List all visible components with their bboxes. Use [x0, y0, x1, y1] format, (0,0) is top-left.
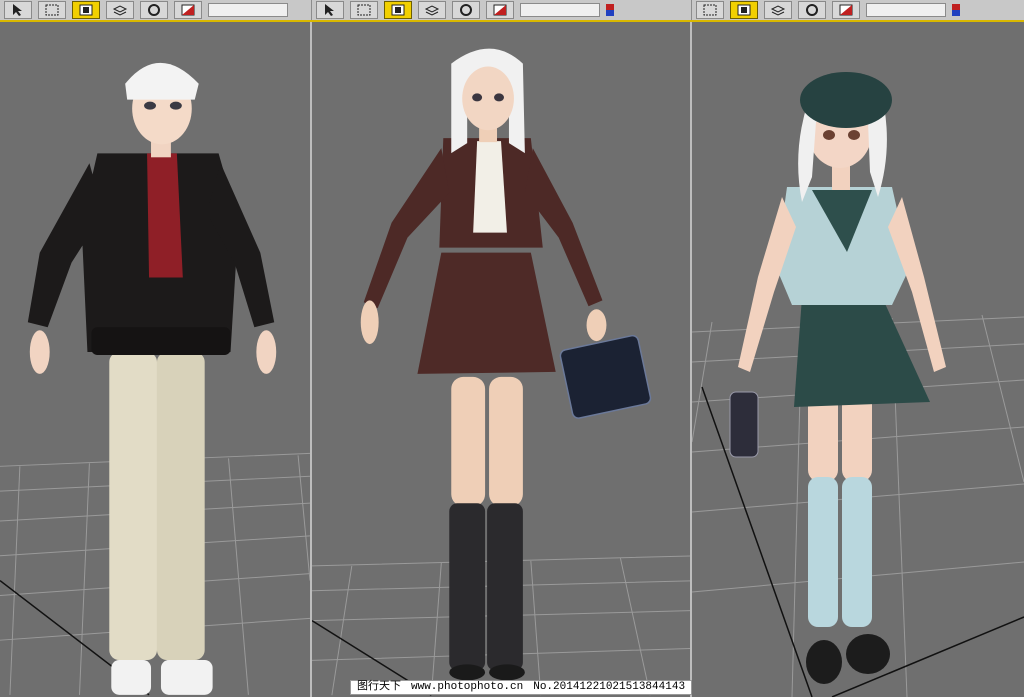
watermark-url: www.photophoto.cn: [411, 681, 524, 693]
select-object-button[interactable]: [316, 1, 344, 19]
curve-editor-button[interactable]: [452, 1, 480, 19]
region-icon: [45, 4, 59, 16]
viewport-left-scene: [0, 62, 310, 696]
layers-icon: [770, 5, 786, 16]
region-icon: [703, 4, 717, 16]
character-schoolgirl: [360, 48, 652, 681]
viewport-center-scene: [312, 48, 690, 696]
color-swatch-icon: [952, 4, 960, 16]
layer-manager-button[interactable]: [106, 1, 134, 19]
viewport-center[interactable]: [312, 22, 692, 697]
layers-icon: [424, 5, 440, 16]
layers-icon: [112, 5, 128, 16]
layer-manager-button[interactable]: [418, 1, 446, 19]
curve-icon: [460, 4, 472, 16]
material-icon: [493, 4, 507, 16]
render-icon: [79, 4, 93, 16]
camera: [729, 391, 759, 458]
viewport-right-scene: [692, 72, 1024, 697]
region-icon: [357, 4, 371, 16]
curve-editor-button[interactable]: [140, 1, 168, 19]
material-editor-button[interactable]: [486, 1, 514, 19]
watermark-bar: 图行天下 www.photophoto.cn No.20141221021513…: [350, 680, 693, 695]
render-frame-button[interactable]: [384, 1, 412, 19]
toolbar-field-2[interactable]: [520, 3, 600, 17]
watermark-number: No.20141221021513844143: [533, 681, 686, 693]
cursor-icon: [13, 4, 22, 16]
viewport-left[interactable]: [0, 22, 312, 697]
curve-icon: [806, 4, 818, 16]
render-icon: [737, 4, 751, 16]
cursor-icon: [325, 4, 334, 16]
toolbar-segment-3: [692, 0, 1024, 20]
select-region-button[interactable]: [38, 1, 66, 19]
curve-editor-button[interactable]: [798, 1, 826, 19]
layer-manager-button[interactable]: [764, 1, 792, 19]
color-swatch-icon: [606, 4, 614, 16]
viewport-right[interactable]: [692, 22, 1024, 697]
toolbar-segment-2: [312, 0, 692, 20]
render-frame-button[interactable]: [730, 1, 758, 19]
material-icon: [181, 4, 195, 16]
material-icon: [839, 4, 853, 16]
character-boy: [27, 62, 277, 695]
curve-icon: [148, 4, 160, 16]
toolbar-segment-1: [0, 0, 312, 20]
render-icon: [391, 4, 405, 16]
watermark-site-label: 图行天下: [357, 681, 401, 693]
select-object-button[interactable]: [4, 1, 32, 19]
material-editor-button[interactable]: [832, 1, 860, 19]
toolbar-field-3[interactable]: [866, 3, 946, 17]
toolbar-field-1[interactable]: [208, 3, 288, 17]
select-region-button[interactable]: [350, 1, 378, 19]
character-sailor-girl: [729, 72, 946, 684]
select-region-button[interactable]: [696, 1, 724, 19]
briefcase: [559, 334, 652, 419]
render-frame-button[interactable]: [72, 1, 100, 19]
material-editor-button[interactable]: [174, 1, 202, 19]
main-toolbar: [0, 0, 1024, 22]
